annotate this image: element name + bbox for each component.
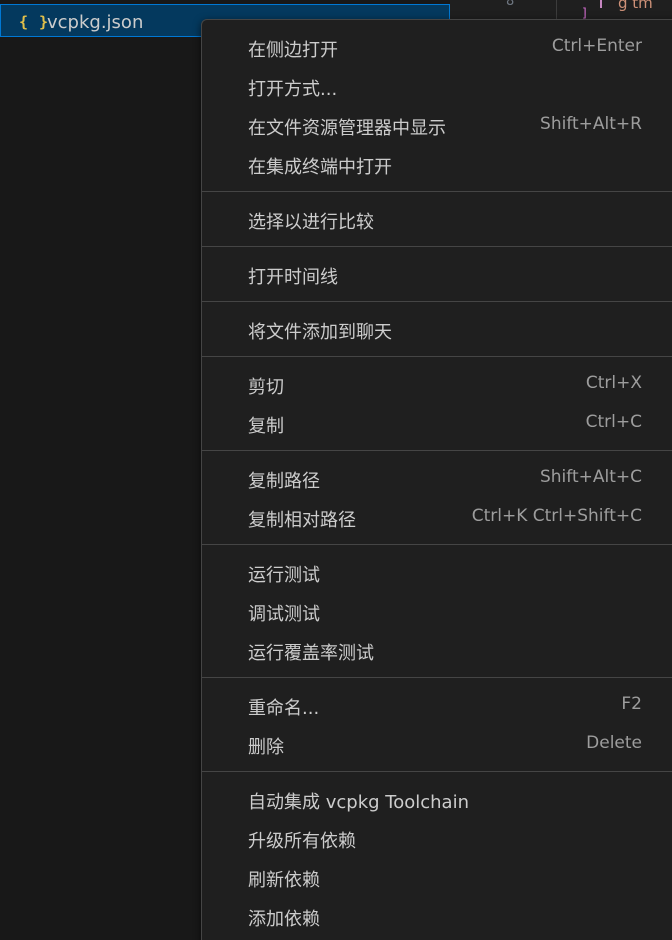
- menu-item-copy-path[interactable]: 复制路径 Shift+Alt+C: [202, 459, 672, 498]
- line-number: 8: [506, 0, 515, 9]
- menu-item-cut[interactable]: 剪切 Ctrl+X: [202, 365, 672, 404]
- menu-item-upgrade-dependencies[interactable]: 升级所有依赖: [202, 819, 672, 858]
- menu-item-label: 刷新依赖: [248, 870, 320, 891]
- menu-item-run-coverage[interactable]: 运行覆盖率测试: [202, 631, 672, 670]
- menu-item-open-in-terminal[interactable]: 在集成终端中打开: [202, 145, 672, 184]
- menu-item-add-to-chat[interactable]: 将文件添加到聊天: [202, 310, 672, 349]
- json-file-icon: { }: [19, 13, 50, 31]
- context-menu: 在侧边打开 Ctrl+Enter 打开方式... 在文件资源管理器中显示 Shi…: [201, 19, 672, 940]
- menu-item-shortcut: Ctrl+X: [585, 373, 642, 393]
- bracket-guide: [600, 0, 608, 8]
- menu-item-label: 打开时间线: [248, 267, 338, 288]
- menu-item-open-with[interactable]: 打开方式...: [202, 67, 672, 106]
- menu-item-vcpkg-toolchain[interactable]: 自动集成 vcpkg Toolchain: [202, 780, 672, 819]
- menu-item-label: 调试测试: [248, 604, 320, 625]
- menu-item-label: 自动集成 vcpkg Toolchain: [248, 792, 469, 813]
- menu-item-label: 将文件添加到聊天: [248, 322, 392, 343]
- menu-item-label: 在集成终端中打开: [248, 157, 392, 178]
- menu-item-label: 在文件资源管理器中显示: [248, 118, 446, 139]
- menu-item-label: 添加依赖: [248, 909, 320, 930]
- menu-item-label: 剪切: [248, 377, 284, 398]
- menu-item-label: 运行覆盖率测试: [248, 643, 374, 664]
- menu-item-label: 运行测试: [248, 565, 320, 586]
- menu-item-label: 在侧边打开: [248, 40, 338, 61]
- menu-item-shortcut: F2: [621, 694, 642, 714]
- menu-item-label: 复制路径: [248, 471, 320, 492]
- file-name: vcpkg.json: [47, 12, 144, 33]
- menu-separator: [202, 771, 672, 772]
- menu-item-select-for-compare[interactable]: 选择以进行比较: [202, 200, 672, 239]
- menu-item-shortcut: Ctrl+Enter: [551, 36, 642, 56]
- menu-separator: [202, 544, 672, 545]
- menu-item-shortcut: Ctrl+K Ctrl+Shift+C: [471, 506, 642, 526]
- menu-item-refresh-dependencies[interactable]: 刷新依赖: [202, 858, 672, 897]
- menu-item-run-tests[interactable]: 运行测试: [202, 553, 672, 592]
- menu-item-label: 重命名...: [248, 698, 320, 719]
- menu-item-debug-tests[interactable]: 调试测试: [202, 592, 672, 631]
- menu-item-shortcut: Shift+Alt+R: [540, 114, 642, 134]
- menu-item-label: 选择以进行比较: [248, 212, 374, 233]
- menu-separator: [202, 301, 672, 302]
- menu-item-copy[interactable]: 复制 Ctrl+C: [202, 404, 672, 443]
- menu-item-label: 删除: [248, 737, 284, 758]
- menu-item-open-timeline[interactable]: 打开时间线: [202, 255, 672, 294]
- menu-separator: [202, 356, 672, 357]
- menu-separator: [202, 450, 672, 451]
- menu-item-label: 复制: [248, 416, 284, 437]
- menu-item-open-to-side[interactable]: 在侧边打开 Ctrl+Enter: [202, 28, 672, 67]
- menu-item-reveal-in-explorer[interactable]: 在文件资源管理器中显示 Shift+Alt+R: [202, 106, 672, 145]
- menu-separator: [202, 246, 672, 247]
- menu-item-shortcut: Ctrl+C: [585, 412, 642, 432]
- menu-item-delete[interactable]: 删除 Delete: [202, 725, 672, 764]
- menu-item-label: 打开方式...: [248, 79, 338, 100]
- code-token: g tm: [618, 0, 653, 12]
- menu-item-rename[interactable]: 重命名... F2: [202, 686, 672, 725]
- menu-item-label: 升级所有依赖: [248, 831, 356, 852]
- menu-separator: [202, 677, 672, 678]
- menu-item-label: 复制相对路径: [248, 510, 356, 531]
- menu-item-add-dependency[interactable]: 添加依赖: [202, 897, 672, 936]
- menu-item-copy-relative-path[interactable]: 复制相对路径 Ctrl+K Ctrl+Shift+C: [202, 498, 672, 537]
- bracket-token: ]: [582, 6, 587, 20]
- menu-separator: [202, 191, 672, 192]
- menu-item-shortcut: Delete: [586, 733, 642, 753]
- menu-item-shortcut: Shift+Alt+C: [539, 467, 642, 487]
